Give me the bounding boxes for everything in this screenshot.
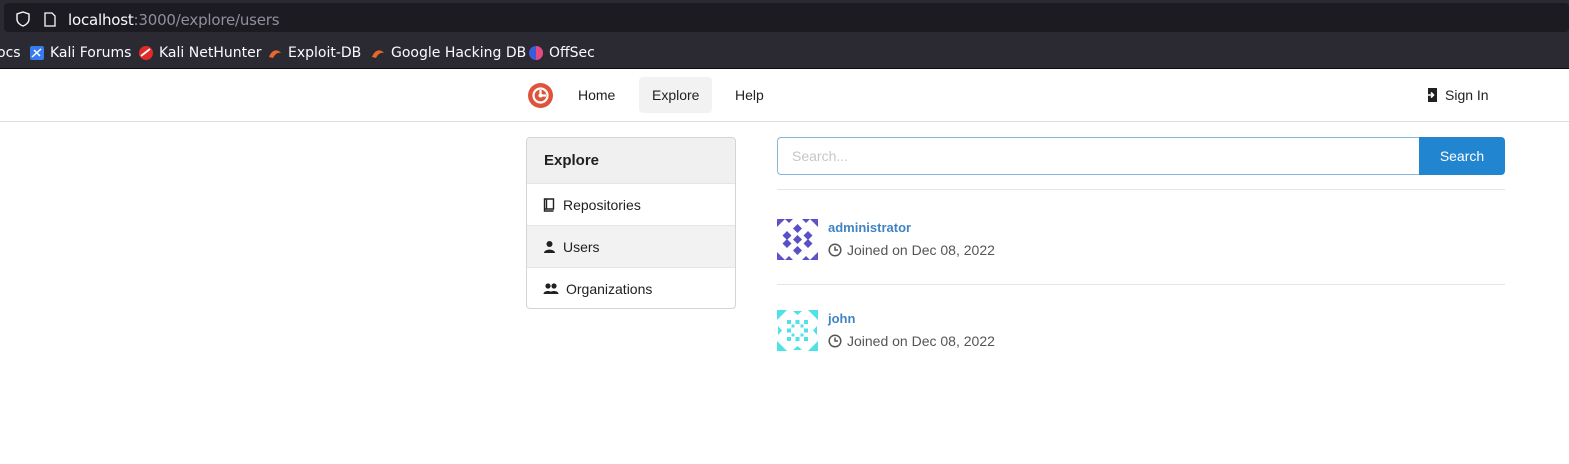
search-button[interactable]: Search (1419, 137, 1505, 175)
address-bar[interactable]: localhost:3000/explore/users (4, 3, 1569, 32)
top-navigation: Home Explore Help Sign In (0, 69, 1569, 122)
url-text[interactable]: localhost:3000/explore/users (68, 11, 280, 29)
clock-icon (828, 243, 842, 257)
nav-help[interactable]: Help (722, 77, 777, 113)
bookmark-label: Google Hacking DB (391, 45, 527, 61)
person-icon (544, 240, 555, 253)
bookmark-docs[interactable]: ocs (0, 44, 21, 62)
bookmark-label: Exploit-DB (288, 45, 362, 61)
offsec-icon (529, 46, 543, 60)
bookmark-label: Kali NetHunter (159, 45, 262, 61)
bookmark-exploit-db[interactable]: Exploit-DB (267, 44, 361, 62)
bookmark-label: Kali Forums (50, 45, 132, 61)
exploit-db-icon (269, 50, 281, 58)
user-list-item: john Joined on Dec 08, 2022 (777, 310, 1505, 360)
bookmarks-bar: ocs Kali Forums Kali NetHunter Exploit-D… (0, 35, 1569, 69)
people-icon (543, 283, 559, 294)
user-name-link[interactable]: john (828, 311, 855, 326)
kali-forums-icon (30, 46, 44, 60)
user-name-link[interactable]: administrator (828, 220, 911, 235)
menu-item-label: Repositories (563, 196, 641, 213)
menu-item-repositories[interactable]: Repositories (527, 184, 735, 226)
join-date-text: Joined on Dec 08, 2022 (847, 242, 995, 258)
divider (777, 284, 1505, 285)
menu-item-label: Organizations (566, 281, 653, 297)
menu-item-label: Users (563, 238, 600, 255)
bookmark-label: OffSec (549, 45, 595, 61)
ghdb-icon (372, 50, 384, 58)
nav-home[interactable]: Home (565, 77, 628, 113)
user-list-item: administrator Joined on Dec 08, 2022 (777, 219, 1505, 269)
explore-menu: Explore Repositories Users Organizations (526, 137, 736, 309)
join-date: Joined on Dec 08, 2022 (828, 242, 995, 258)
bookmark-google-hacking-db[interactable]: Google Hacking DB (370, 44, 526, 62)
bookmark-label: ocs (0, 45, 21, 61)
shield-icon[interactable] (16, 11, 30, 27)
menu-item-users[interactable]: Users (527, 226, 735, 268)
book-icon (543, 197, 555, 212)
avatar[interactable] (777, 219, 818, 260)
gitea-logo-icon[interactable] (527, 82, 554, 109)
search-input[interactable] (777, 137, 1419, 175)
url-path: :3000/explore/users (133, 11, 280, 29)
divider (777, 189, 1505, 190)
menu-item-organizations[interactable]: Organizations (527, 268, 735, 308)
bookmark-kali-nethunter[interactable]: Kali NetHunter (138, 44, 261, 62)
clock-icon (828, 334, 842, 348)
bookmark-offsec[interactable]: OffSec (528, 44, 595, 62)
sign-in-link[interactable]: Sign In (1426, 87, 1489, 103)
join-date-text: Joined on Dec 08, 2022 (847, 333, 995, 349)
nav-explore[interactable]: Explore (639, 77, 713, 113)
url-host: localhost (68, 11, 134, 29)
avatar[interactable] (777, 310, 818, 351)
bookmark-kali-forums[interactable]: Kali Forums (29, 44, 131, 62)
page-icon (44, 12, 56, 27)
menu-header: Explore (527, 138, 735, 184)
sign-in-label: Sign In (1445, 87, 1489, 103)
sign-in-icon (1426, 88, 1437, 102)
browser-toolbar: localhost:3000/explore/users (0, 0, 1569, 35)
join-date: Joined on Dec 08, 2022 (828, 333, 995, 349)
kali-nethunter-icon (139, 46, 153, 60)
